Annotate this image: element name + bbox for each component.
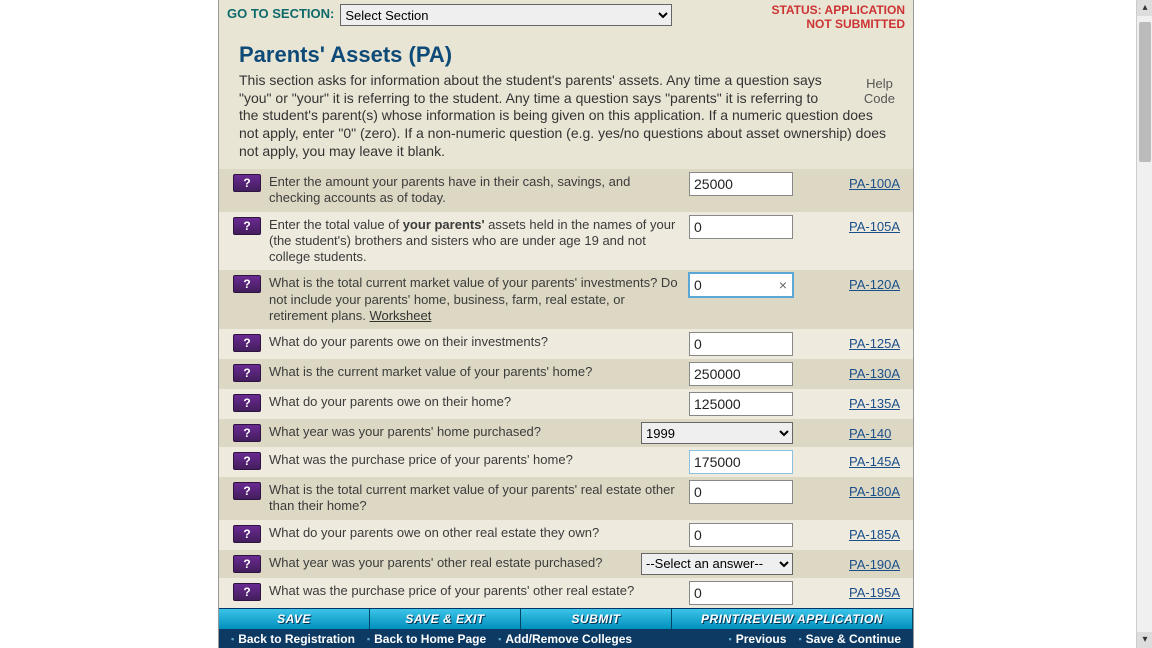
help-code-link[interactable]: PA-120A [849, 273, 907, 292]
input-pa145a[interactable] [689, 450, 793, 474]
help-icon[interactable]: ? [233, 174, 261, 192]
previous-link[interactable]: Previous [729, 632, 787, 646]
question-text: What do your parents owe on their invest… [261, 332, 689, 352]
save-exit-button[interactable]: SAVE & EXIT [370, 609, 521, 629]
input-pa130a[interactable] [689, 362, 793, 386]
question-row-pa140: ? What year was your parents' home purch… [219, 419, 913, 447]
scroll-down-icon[interactable]: ▾ [1137, 632, 1152, 648]
help-code-link[interactable]: PA-195A [849, 581, 907, 600]
help-icon[interactable]: ? [233, 424, 261, 442]
help-code-link[interactable]: PA-190A [849, 553, 907, 572]
question-row-pa180a: ? What is the total current market value… [219, 477, 913, 520]
print-review-button[interactable]: PRINT/REVIEW APPLICATION [672, 609, 913, 629]
question-row-pa135a: ? What do your parents owe on their home… [219, 389, 913, 419]
help-code-link[interactable]: PA-180A [849, 480, 907, 499]
help-icon[interactable]: ? [233, 555, 261, 573]
input-pa185a[interactable] [689, 523, 793, 547]
question-text: What is the total current market value o… [261, 273, 689, 326]
question-row-pa125a: ? What do your parents owe on their inve… [219, 329, 913, 359]
select-pa140[interactable]: 1999 [641, 422, 793, 444]
help-icon[interactable]: ? [233, 583, 261, 601]
help-code-link[interactable]: PA-145A [849, 450, 907, 469]
nav-bar: Back to Registration Back to Home Page A… [219, 629, 913, 648]
question-row-pa130a: ? What is the current market value of yo… [219, 359, 913, 389]
select-pa190a[interactable]: --Select an answer-- [641, 553, 793, 575]
input-pa195a[interactable] [689, 581, 793, 605]
input-pa105a[interactable] [689, 215, 793, 239]
help-code-link[interactable]: PA-105A [849, 215, 907, 234]
help-icon[interactable]: ? [233, 452, 261, 470]
question-text: Enter the amount your parents have in th… [261, 172, 689, 209]
section-description: This section asks for information about … [239, 72, 895, 162]
question-text: What was the purchase price of your pare… [261, 450, 689, 470]
question-row-pa185a: ? What do your parents owe on other real… [219, 520, 913, 550]
submit-button[interactable]: SUBMIT [521, 609, 672, 629]
action-bar: SAVE SAVE & EXIT SUBMIT PRINT/REVIEW APP… [219, 608, 913, 629]
help-code-link[interactable]: PA-130A [849, 362, 907, 381]
input-pa180a[interactable] [689, 480, 793, 504]
question-text: What is the total current market value o… [261, 480, 689, 517]
scroll-thumb[interactable] [1139, 22, 1151, 162]
back-to-registration-link[interactable]: Back to Registration [231, 632, 355, 646]
question-text: What do your parents owe on their home? [261, 392, 689, 412]
help-code-link[interactable]: PA-125A [849, 332, 907, 351]
scroll-up-icon[interactable]: ▴ [1137, 0, 1152, 16]
form-panel: GO TO SECTION: Select Section STATUS: AP… [218, 0, 914, 648]
question-text: What do your parents owe on other real e… [261, 523, 689, 543]
help-icon[interactable]: ? [233, 394, 261, 412]
question-text: What year was your parents' other real e… [261, 553, 689, 573]
input-pa125a[interactable] [689, 332, 793, 356]
help-code-link[interactable]: PA-135A [849, 392, 907, 411]
goto-label: GO TO SECTION: [227, 6, 334, 21]
question-row-pa195a: ? What was the purchase price of your pa… [219, 578, 913, 608]
question-row-pa100a: ? Enter the amount your parents have in … [219, 169, 913, 212]
question-text: What year was your parents' home purchas… [261, 422, 689, 442]
help-code-header: Help Code [864, 76, 895, 107]
save-continue-link[interactable]: Save & Continue [798, 632, 901, 646]
question-text: Enter the total value of your parents' a… [261, 215, 689, 268]
save-button[interactable]: SAVE [219, 609, 370, 629]
question-row-pa145a: ? What was the purchase price of your pa… [219, 447, 913, 477]
input-pa100a[interactable] [689, 172, 793, 196]
goto-section-select[interactable]: Select Section [340, 4, 672, 26]
status-line1: STATUS: APPLICATION [771, 4, 905, 18]
help-icon[interactable]: ? [233, 217, 261, 235]
question-text: What was the purchase price of your pare… [261, 581, 689, 601]
topbar: GO TO SECTION: Select Section STATUS: AP… [219, 0, 913, 42]
status-text: STATUS: APPLICATION NOT SUBMITTED [771, 4, 905, 32]
help-icon[interactable]: ? [233, 275, 261, 293]
page-title: Parents' Assets (PA) [239, 42, 895, 68]
section-header: Help Code Parents' Assets (PA) This sect… [219, 42, 913, 170]
back-to-home-link[interactable]: Back to Home Page [367, 632, 486, 646]
help-code-link[interactable]: PA-100A [849, 172, 907, 191]
question-rows: ? Enter the amount your parents have in … [219, 169, 913, 608]
worksheet-link[interactable]: Worksheet [369, 308, 431, 323]
help-icon[interactable]: ? [233, 525, 261, 543]
help-icon[interactable]: ? [233, 334, 261, 352]
clear-input-icon[interactable]: × [775, 277, 791, 293]
status-line2: NOT SUBMITTED [771, 18, 905, 32]
question-row-pa105a: ? Enter the total value of your parents'… [219, 212, 913, 271]
help-icon[interactable]: ? [233, 482, 261, 500]
question-row-pa120a: ? What is the total current market value… [219, 270, 913, 329]
question-text: What is the current market value of your… [261, 362, 689, 382]
help-code-link[interactable]: PA-185A [849, 523, 907, 542]
help-code-link[interactable]: PA-140 [849, 422, 907, 441]
input-pa135a[interactable] [689, 392, 793, 416]
vertical-scrollbar[interactable]: ▴ ▾ [1136, 0, 1152, 648]
question-row-pa190a: ? What year was your parents' other real… [219, 550, 913, 578]
help-icon[interactable]: ? [233, 364, 261, 382]
add-remove-colleges-link[interactable]: Add/Remove Colleges [498, 632, 632, 646]
